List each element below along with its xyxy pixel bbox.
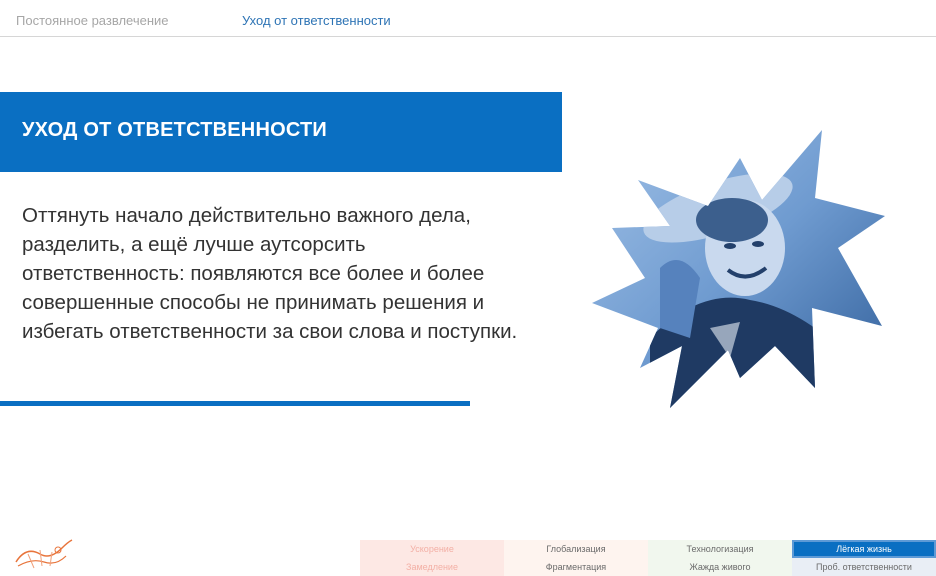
navigation-grid: Ускорение Глобализация Технологизация Лё… xyxy=(360,540,936,576)
body-line: избегать ответственности за свои слова и… xyxy=(22,320,518,343)
nav-cell-acceleration[interactable]: Ускорение xyxy=(360,540,504,558)
nav-cell-fragmentation[interactable]: Фрагментация xyxy=(504,558,648,576)
body-line: совершенные способы не принимать решения… xyxy=(22,291,485,314)
sketch-logo-icon xyxy=(15,539,73,569)
nav-cell-slowdown[interactable]: Замедление xyxy=(360,558,504,576)
nav-cell-easy-life[interactable]: Лёгкая жизнь xyxy=(792,540,936,558)
accent-divider xyxy=(0,401,470,406)
nav-cell-technologization[interactable]: Технологизация xyxy=(648,540,792,558)
nav-cell-thirst-for-living[interactable]: Жажда живого xyxy=(648,558,792,576)
title-band: УХОД ОТ ОТВЕТСТВЕННОСТИ xyxy=(0,92,562,172)
top-breadcrumb-bar: Постоянное развлечение Уход от ответстве… xyxy=(0,0,936,37)
body-line: разделить, а ещё лучше аутсорсить xyxy=(22,233,366,256)
nav-cell-responsibility[interactable]: Проб. ответственности xyxy=(792,558,936,576)
nav-cell-globalization[interactable]: Глобализация xyxy=(504,540,648,558)
breadcrumb-first[interactable]: Постоянное развлечение xyxy=(16,13,169,28)
starburst-photo xyxy=(592,130,885,408)
breadcrumb-current[interactable]: Уход от ответственности xyxy=(242,13,391,28)
slide-body: Оттянуть начало действительно важного де… xyxy=(22,201,612,346)
body-line: ответственность: появляются все более и … xyxy=(22,262,485,285)
body-line: Оттянуть начало действительно важного де… xyxy=(22,204,471,227)
slide-title: УХОД ОТ ОТВЕТСТВЕННОСТИ xyxy=(22,119,327,141)
